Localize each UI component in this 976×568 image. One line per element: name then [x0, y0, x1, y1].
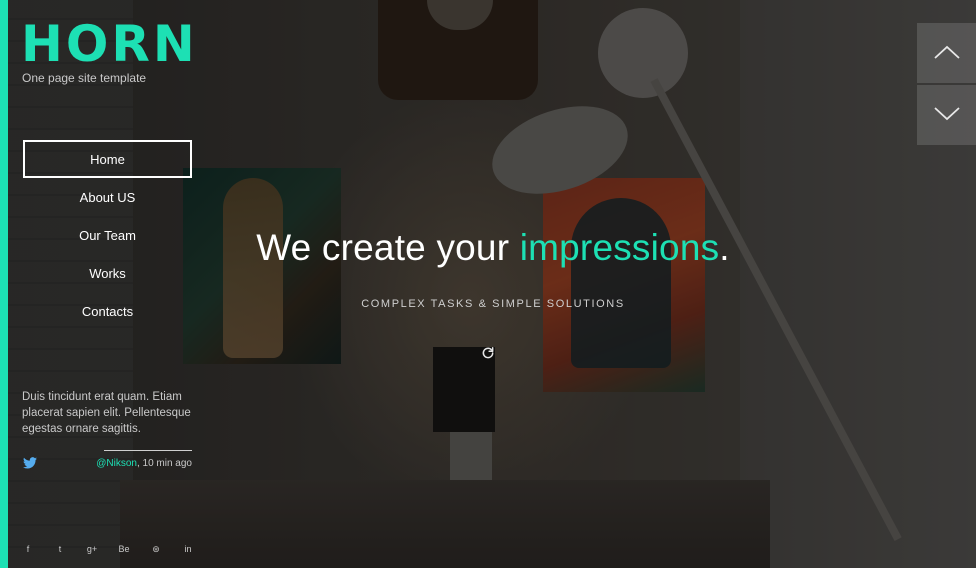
dribbble-icon[interactable]: ⊛ [148, 544, 164, 555]
twitter-icon[interactable] [23, 457, 37, 469]
twitter-small-icon[interactable]: t [52, 544, 68, 555]
logo[interactable]: HORN [21, 19, 198, 69]
tagline: One page site template [22, 71, 147, 85]
chevron-up-icon [934, 45, 960, 59]
facebook-icon[interactable]: f [20, 544, 36, 555]
reload-icon[interactable] [481, 346, 495, 360]
accent-stripe [0, 0, 8, 568]
social-links: f t g+ Be ⊛ in [20, 544, 196, 555]
tweet-meta: @Nikson, 10 min ago [96, 458, 192, 469]
linkedin-icon[interactable]: in [180, 544, 196, 555]
nav-item-home[interactable]: Home [23, 140, 192, 178]
hero-title-highlight: impressions [519, 227, 720, 268]
hero-subtitle: COMPLEX TASKS & SIMPLE SOLUTIONS [361, 298, 625, 310]
scroll-up-button[interactable] [917, 23, 976, 83]
behance-icon[interactable]: Be [116, 544, 132, 555]
nav-item-about-us[interactable]: About US [23, 178, 192, 216]
hero-title-prefix: We create your [256, 227, 520, 268]
tweet-handle[interactable]: @Nikson [96, 458, 137, 469]
hero-title-suffix: . [719, 227, 730, 268]
hero-title: We create your impressions. [150, 227, 836, 269]
chevron-down-icon [934, 107, 960, 121]
scroll-down-button[interactable] [917, 85, 976, 145]
tweet-time: , 10 min ago [136, 458, 192, 469]
google-plus-icon[interactable]: g+ [84, 544, 100, 555]
tweet-divider [104, 450, 192, 451]
tweet-text: Duis tincidunt erat quam. Etiam placerat… [22, 391, 191, 435]
